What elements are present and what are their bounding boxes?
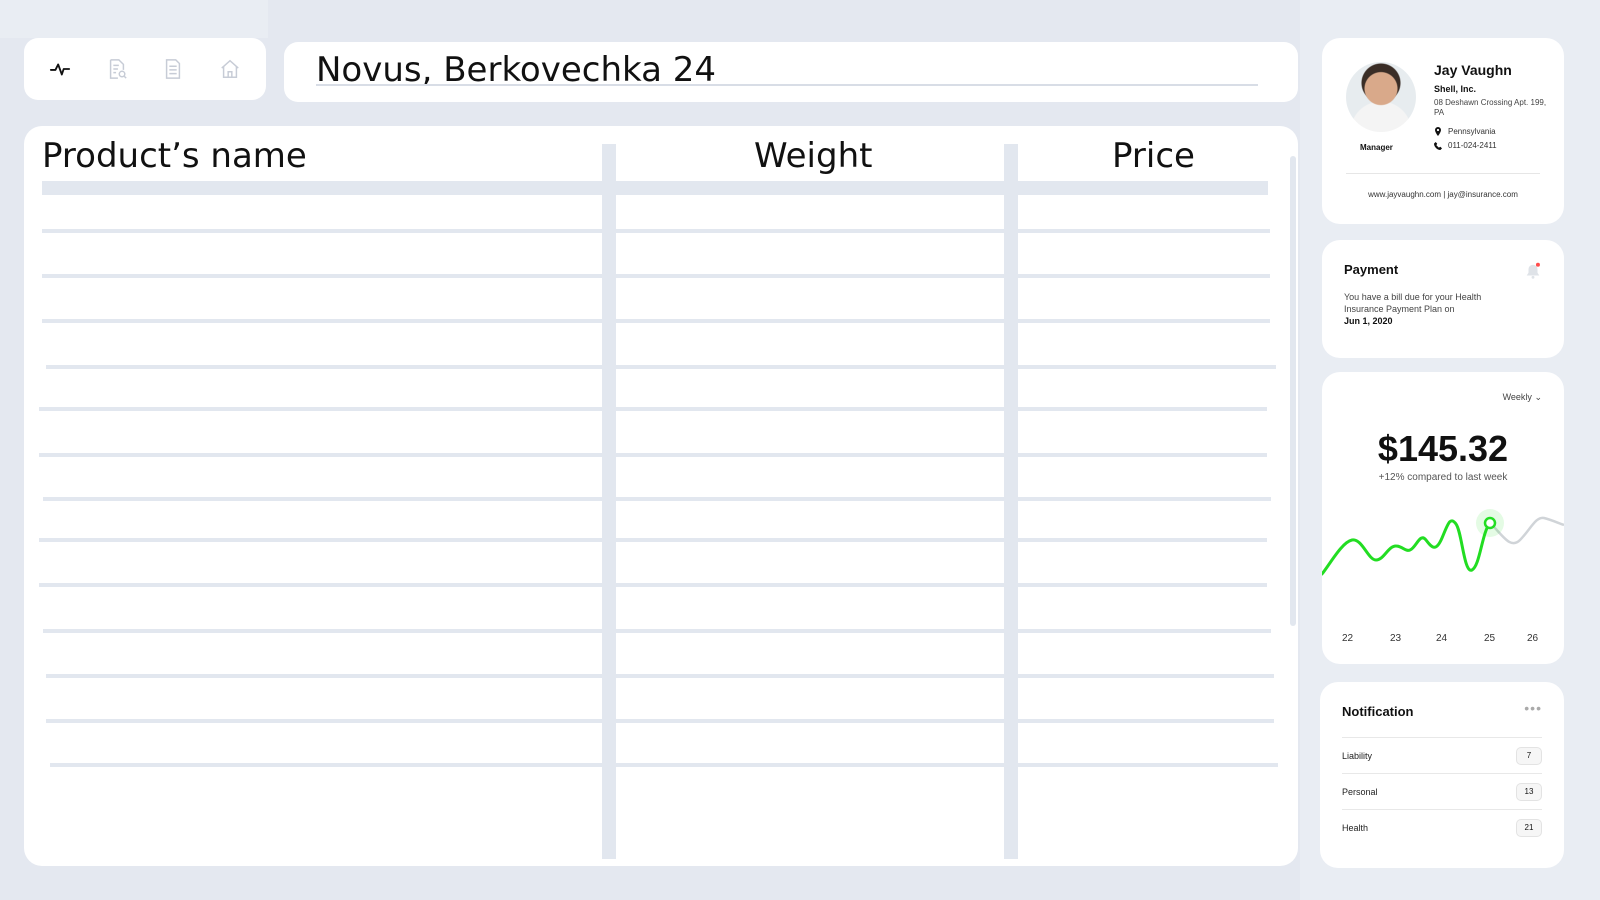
notification-item-personal[interactable]: Personal 13 [1342, 773, 1542, 809]
table-row[interactable] [42, 274, 1270, 278]
notification-count-badge: 21 [1516, 818, 1542, 837]
table-row[interactable] [39, 407, 1267, 411]
toolbar [24, 38, 266, 100]
payment-card: Payment You have a bill due for your Hea… [1322, 240, 1564, 358]
table-row[interactable] [39, 583, 1267, 587]
profile-role: Manager [1360, 143, 1393, 152]
table-row[interactable] [42, 229, 1270, 233]
earnings-card: Weekly ⌄ $145.32 +12% compared to last w… [1322, 372, 1564, 664]
payment-description: You have a bill due for your Health Insu… [1344, 292, 1482, 314]
profile-links[interactable]: www.jayvaughn.com | jay@insurance.com [1322, 190, 1564, 199]
products-table: Product’s name Weight Price [24, 126, 1298, 866]
table-row[interactable] [42, 319, 1270, 323]
table-scrollbar[interactable] [1290, 156, 1296, 626]
notification-item-liability[interactable]: Liability 7 [1342, 737, 1542, 773]
more-options-icon[interactable]: ••• [1524, 700, 1542, 716]
profile-address: 08 Deshawn Crossing Apt. 199, PA [1434, 98, 1547, 117]
payment-title: Payment [1344, 262, 1399, 277]
notification-card: Notification ••• Liability 7 Personal 13… [1320, 682, 1564, 868]
profile-phone-row: 011-024-2411 [1434, 141, 1497, 150]
bell-icon[interactable] [1524, 262, 1542, 280]
activity-icon [50, 63, 71, 76]
chevron-down-icon: ⌄ [1534, 392, 1542, 402]
notification-count-badge: 13 [1516, 782, 1542, 801]
document-button[interactable] [153, 49, 193, 89]
location-pin-icon [1435, 127, 1441, 136]
x-axis-label: 24 [1436, 633, 1448, 644]
notification-title: Notification [1342, 704, 1414, 719]
profile-name: Jay Vaughn [1434, 62, 1512, 78]
document-search-icon [109, 59, 127, 79]
column-header-product-name[interactable]: Product’s name [42, 136, 307, 176]
profile-divider [1346, 173, 1540, 174]
sparkline-marker[interactable] [1483, 516, 1497, 530]
sparkline-line [1322, 519, 1492, 576]
header-divider [42, 181, 1268, 195]
column-divider [1004, 144, 1018, 859]
column-header-weight[interactable]: Weight [754, 136, 872, 176]
home-button[interactable] [210, 49, 250, 89]
title-bar[interactable]: Novus, Berkovechka 24 [284, 42, 1298, 102]
table-row[interactable] [39, 538, 1267, 542]
home-icon [221, 59, 239, 78]
table-row[interactable] [50, 763, 1278, 767]
notification-label: Liability [1342, 750, 1373, 761]
profile-company: Shell, Inc. [1434, 84, 1477, 94]
table-row[interactable] [46, 674, 1274, 678]
x-axis-label: 25 [1484, 633, 1496, 644]
x-axis-label: 26 [1527, 633, 1539, 644]
notification-item-health[interactable]: Health 21 [1342, 809, 1542, 845]
x-axis-label: 22 [1342, 633, 1354, 644]
document-search-button[interactable] [97, 49, 137, 89]
profile-phone[interactable]: 011-024-2411 [1448, 141, 1497, 150]
notification-label: Personal [1342, 786, 1378, 797]
period-dropdown[interactable]: Weekly ⌄ [1503, 392, 1542, 403]
x-axis-label: 23 [1390, 633, 1402, 644]
earnings-amount: $145.32 [1377, 428, 1509, 469]
table-row[interactable] [46, 719, 1274, 723]
activity-button[interactable] [40, 49, 80, 89]
profile-location-row: Pennsylvania [1434, 127, 1496, 136]
table-row[interactable] [39, 453, 1267, 457]
title-underline [316, 84, 1258, 86]
avatar [1346, 62, 1416, 132]
profile-card: Jay Vaughn Shell, Inc. 08 Deshawn Crossi… [1322, 38, 1564, 224]
payment-due-date: Jun 1, 2020 [1344, 316, 1393, 326]
column-header-price[interactable]: Price [1112, 136, 1195, 176]
table-row[interactable] [43, 497, 1271, 501]
profile-location: Pennsylvania [1448, 127, 1496, 136]
column-divider [602, 144, 616, 859]
earnings-sparkline [1322, 509, 1564, 576]
document-icon [166, 59, 181, 79]
table-row[interactable] [46, 365, 1276, 369]
table-row[interactable] [43, 629, 1271, 633]
earnings-delta: +12% compared to last week [1378, 472, 1508, 483]
phone-icon [1434, 141, 1442, 150]
notification-count-badge: 7 [1516, 746, 1542, 765]
notification-label: Health [1342, 822, 1369, 833]
period-label: Weekly [1502, 392, 1532, 402]
